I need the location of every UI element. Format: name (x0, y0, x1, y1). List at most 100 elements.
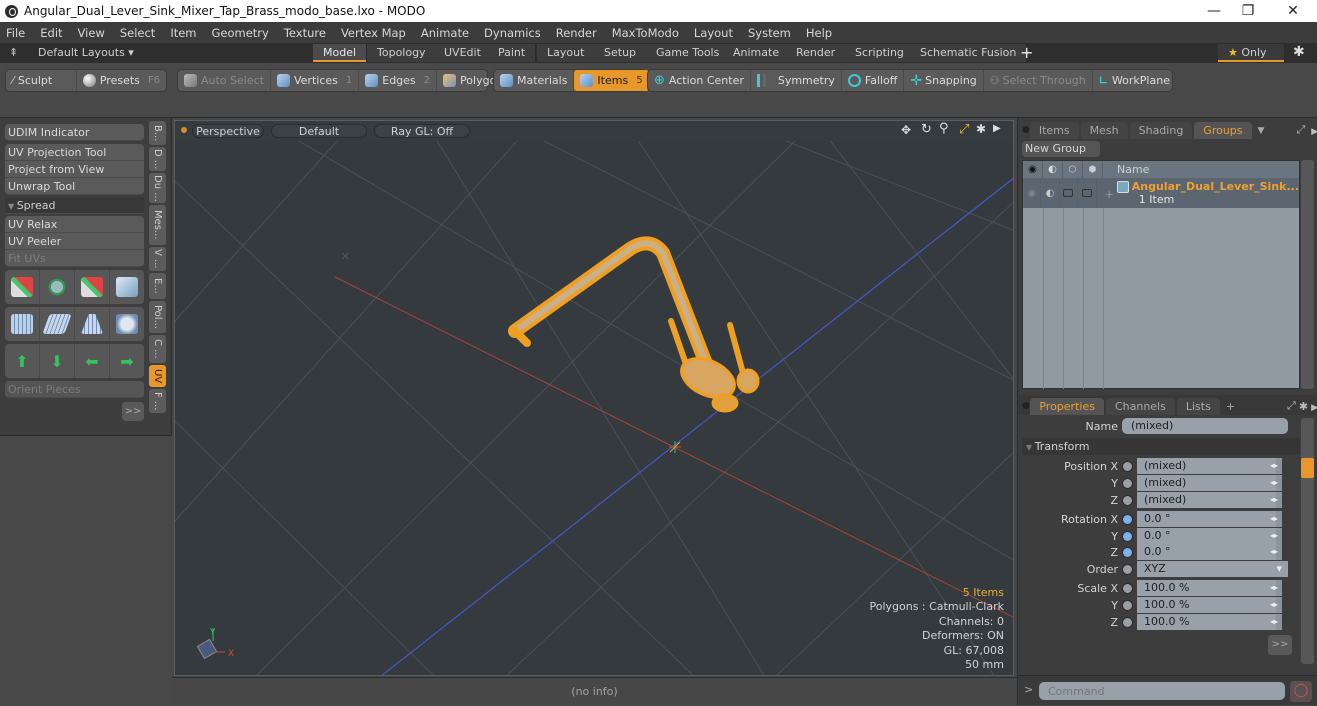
uv-transform-tool[interactable] (5, 270, 40, 304)
properties-menu-arrow-icon[interactable]: ▶ (1311, 403, 1317, 413)
materials-button[interactable]: Materials (494, 70, 575, 91)
uv-relax-button[interactable]: UV Relax (5, 216, 144, 233)
select-column-icon[interactable]: ⬢ (1083, 161, 1103, 178)
maximize-viewport-icon[interactable]: ⤢ (959, 122, 969, 137)
action-center-button[interactable]: ⊕ Action Center (648, 70, 751, 91)
tab-animate[interactable]: Animate (723, 44, 791, 62)
fit-uvs-button[interactable]: Fit UVs (5, 250, 144, 267)
keyframe-dot-icon[interactable] (1122, 460, 1133, 472)
auto-select-button[interactable]: Auto Select (178, 70, 271, 91)
unwrap-tool-button[interactable]: Unwrap Tool (5, 178, 144, 195)
tabs-dropdown-icon[interactable]: ▼ (1258, 126, 1265, 136)
tab-properties[interactable]: Properties (1030, 398, 1104, 415)
snapping-button[interactable]: ✛ Snapping (904, 70, 984, 91)
vtab-vertex[interactable]: V ... (149, 247, 166, 271)
new-group-button[interactable]: New Group (1022, 141, 1100, 157)
uv-align-left-button[interactable]: ⬅ (75, 344, 110, 378)
tab-groups[interactable]: Groups (1194, 122, 1252, 139)
lock-column-icon[interactable]: ⬡ (1063, 161, 1083, 178)
vtab-edge[interactable]: E... (149, 273, 166, 299)
rotate-view-icon[interactable]: ↻ (921, 122, 932, 137)
keyframe-dot-icon[interactable] (1122, 563, 1133, 575)
project-from-view-button[interactable]: Project from View (5, 161, 144, 178)
vtab-curve[interactable]: C ... (149, 335, 166, 363)
groups-scrollbar[interactable] (1301, 160, 1314, 389)
menu-layout[interactable]: Layout (694, 26, 733, 40)
keyframe-dot-icon[interactable] (1122, 616, 1133, 628)
menu-texture[interactable]: Texture (284, 26, 326, 40)
uv-spherical-tool[interactable] (110, 307, 144, 341)
keyframe-dot-icon[interactable] (1122, 599, 1133, 611)
tab-lists[interactable]: Lists (1176, 398, 1220, 415)
vtab-fusion[interactable]: F ... (149, 389, 166, 413)
layout-up-icon[interactable]: ⇞ (9, 46, 18, 59)
group-render-toggle[interactable]: ◐ (1041, 178, 1060, 208)
uv-box-map-tool[interactable] (5, 307, 40, 341)
menu-help[interactable]: Help (806, 26, 832, 40)
uv-align-right-button[interactable]: ➡ (110, 344, 144, 378)
spread-section-header[interactable]: ▼ Spread (5, 197, 144, 214)
sculpt-button[interactable]: ⁄ Sculpt (6, 70, 77, 91)
keyframe-dot-icon[interactable] (1122, 546, 1133, 558)
group-visibility-toggle[interactable]: ◉ (1023, 178, 1042, 208)
uv-scale-tool[interactable] (75, 270, 110, 304)
name-field[interactable]: (mixed) (1122, 418, 1288, 434)
uv-rotate-tool[interactable] (40, 270, 75, 304)
menu-vertex-map[interactable]: Vertex Map (341, 26, 406, 40)
vtab-uv[interactable]: UV (149, 365, 166, 387)
tab-mesh[interactable]: Mesh ... (1080, 122, 1128, 154)
property-value-field[interactable]: (mixed) (1137, 458, 1282, 474)
keyframe-dot-icon[interactable] (1122, 582, 1133, 594)
tab-shading[interactable]: Shading (1129, 122, 1193, 139)
viewport-gear-icon[interactable]: ✱ (976, 122, 986, 136)
menu-edit[interactable]: Edit (40, 26, 62, 40)
keyframe-dot-icon[interactable] (1122, 513, 1133, 525)
properties-dot-icon[interactable]: ● (1018, 398, 1030, 415)
close-button[interactable]: ✕ (1270, 0, 1316, 22)
3d-viewport[interactable]: ✕ Y X Perspective Default Ray GL: Off ✥ … (174, 120, 1014, 676)
symmetry-button[interactable]: Symmetry (751, 70, 842, 91)
viewport-menu-arrow-icon[interactable]: ▶ (993, 123, 1001, 134)
uv-perspective-tool[interactable] (75, 307, 110, 341)
keyframe-dot-icon[interactable] (1122, 530, 1133, 542)
properties-expand-icon[interactable]: ⤢ (1287, 399, 1296, 413)
vtab-duplicate[interactable]: Du ... (149, 173, 166, 203)
group-name[interactable]: Angular_Dual_Lever_Sink... (1132, 180, 1299, 193)
workplane-button[interactable]: ∟ WorkPlane (1093, 70, 1176, 91)
menu-file[interactable]: File (6, 26, 25, 40)
items-button[interactable]: Items 5 (574, 70, 649, 91)
vtab-deform[interactable]: D ... (149, 147, 166, 171)
falloff-button[interactable]: Falloff (842, 70, 905, 91)
uv-peeler-button[interactable]: UV Peeler (5, 233, 144, 250)
properties-gear-icon[interactable]: ✱ (1299, 400, 1308, 413)
vtab-mesh-edit[interactable]: Mes... (149, 205, 166, 245)
expand-group-icon[interactable]: + (1105, 188, 1114, 208)
restore-button[interactable]: ❐ (1225, 0, 1271, 22)
group-select-toggle[interactable] (1078, 178, 1097, 208)
keyframe-dot-icon[interactable] (1122, 477, 1133, 489)
tab-scripting[interactable]: Scripting (845, 44, 915, 62)
gear-icon[interactable]: ✱ (1293, 44, 1305, 60)
property-value-field[interactable]: (mixed) (1137, 475, 1282, 491)
tab-setup[interactable]: Setup (594, 44, 648, 62)
property-value-field[interactable]: 0.0 ° (1137, 528, 1282, 544)
record-macro-icon[interactable]: ◯ (1290, 681, 1312, 702)
render-column-icon[interactable]: ◐ (1043, 161, 1063, 178)
tab-paint[interactable]: Paint (488, 44, 537, 62)
shading-style-dropdown[interactable]: Default (271, 124, 367, 138)
group-lock-toggle[interactable] (1060, 178, 1079, 208)
edges-button[interactable]: Edges 2 (359, 70, 438, 91)
add-layout-tab-button[interactable]: + (1020, 43, 1033, 62)
tab-channels[interactable]: Channels (1105, 398, 1175, 415)
uv-align-bottom-button[interactable]: ⬇ (40, 344, 75, 378)
uv-box-tool[interactable] (110, 270, 144, 304)
menu-geometry[interactable]: Geometry (212, 26, 269, 40)
visibility-column-icon[interactable]: ◉ (1023, 161, 1043, 178)
menu-select[interactable]: Select (120, 26, 155, 40)
transform-section-header[interactable]: ▼ Transform (1022, 438, 1300, 455)
vertices-button[interactable]: Vertices 1 (271, 70, 360, 91)
group-row[interactable]: ◉ ◐ + Angular_Dual_Lever_Sink... 1 Item (1023, 178, 1299, 208)
property-value-field[interactable]: 100.0 % (1137, 597, 1282, 613)
property-value-field[interactable]: 100.0 % (1137, 614, 1282, 630)
tab-topology[interactable]: Topology (367, 44, 437, 62)
